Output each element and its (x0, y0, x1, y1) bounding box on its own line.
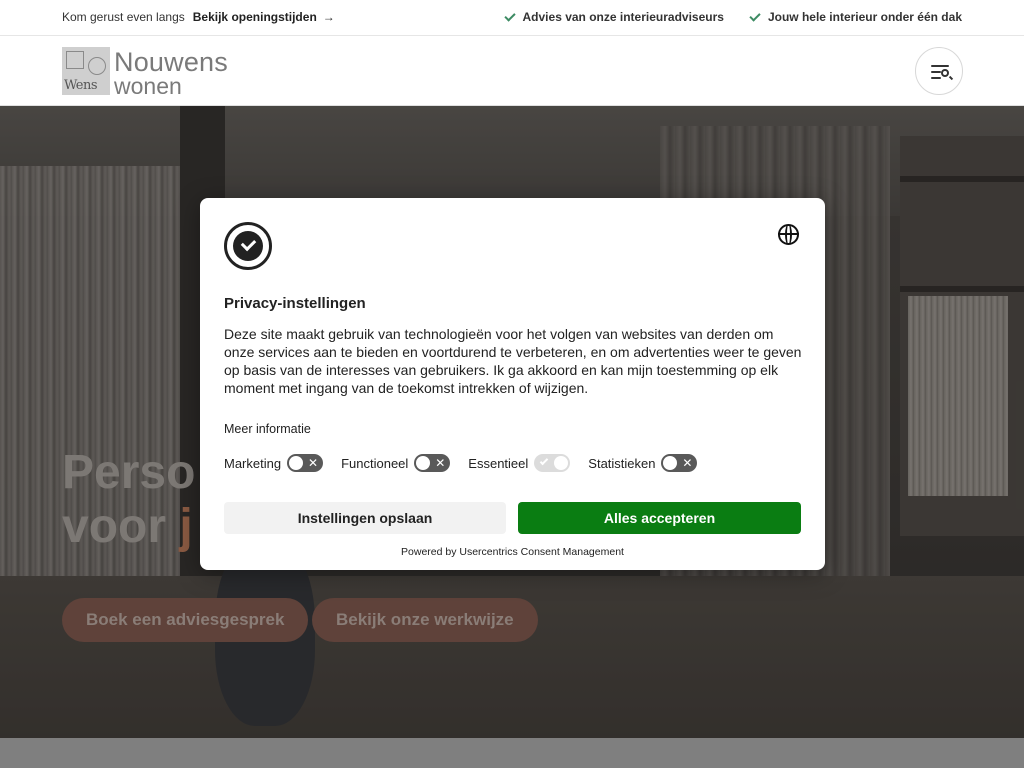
visit-intro-text: Kom gerust even langs (62, 10, 185, 24)
logo-mark-text: Wens (64, 78, 98, 93)
hero-title-line2-text: voor (62, 500, 167, 553)
essentieel-switch (534, 454, 571, 472)
opening-hours-link[interactable]: Bekijk openingstijden → (193, 10, 335, 24)
toggle-label: Marketing (224, 455, 282, 471)
check-icon (503, 9, 516, 22)
hero-title: Perso voor j (62, 446, 195, 554)
logo-subname: wonen (114, 73, 182, 99)
menu-line (931, 65, 949, 67)
switch-knob (663, 456, 678, 470)
toggle-label: Essentieel (468, 455, 529, 471)
close-icon: ✕ (682, 456, 693, 470)
hero-title-line1: Perso (62, 446, 196, 499)
consent-title: Privacy-instellingen (224, 295, 366, 312)
switch-knob (289, 456, 304, 470)
menu-search-button[interactable] (915, 47, 963, 95)
logo-square (66, 51, 84, 69)
book-consultation-button[interactable]: Boek een adviesgesprek (62, 598, 309, 642)
consent-toggles: Marketing ✕ Functioneel ✕ Essentieel Sta… (224, 454, 698, 472)
statistieken-switch[interactable]: ✕ (661, 454, 698, 472)
close-icon: ✕ (308, 456, 319, 470)
toggle-marketing: Marketing ✕ (224, 454, 324, 472)
opening-hours-label: Bekijk openingstijden (192, 10, 317, 24)
section-strip (0, 738, 1024, 768)
more-info-link[interactable]: Meer informatie (224, 422, 311, 436)
close-icon: ✕ (435, 456, 446, 470)
globe-icon[interactable] (778, 224, 799, 245)
site-header: Wens Nouwens wonen (0, 37, 1024, 106)
save-settings-button[interactable]: Instellingen opslaan (224, 502, 506, 534)
switch-knob (554, 456, 569, 470)
site-logo[interactable]: Wens Nouwens wonen (62, 47, 237, 99)
toggle-essentieel: Essentieel (468, 454, 571, 472)
top-info-bar: Kom gerust even langs Bekijk openingstij… (0, 0, 1024, 36)
badge-check (233, 231, 263, 261)
usp-label: Jouw hele interieur onder één dak (767, 10, 962, 24)
hero-title-accent: j (179, 500, 193, 553)
arrow-right-icon: → (322, 10, 335, 24)
toggle-functioneel: Functioneel ✕ (341, 454, 451, 472)
switch-knob (416, 456, 431, 470)
marketing-switch[interactable]: ✕ (287, 454, 324, 472)
accept-all-button[interactable]: Alles accepteren (518, 502, 801, 534)
check-icon (749, 9, 761, 22)
visit-info: Kom gerust even langs Bekijk openingstij… (62, 10, 335, 24)
logo-circle (88, 57, 106, 75)
consent-dialog: Privacy-instellingen Deze site maakt geb… (200, 198, 825, 570)
usp-list: Advies van onze interieuradviseurs Jouw … (503, 9, 962, 24)
menu-line (931, 71, 941, 73)
usp-item: Advies van onze interieuradviseurs (503, 9, 724, 24)
menu-line (931, 77, 941, 79)
consent-description: Deze site maakt gebruik van technologieë… (224, 326, 802, 396)
logo-mark: Wens (62, 47, 110, 95)
toggle-label: Statistieken (588, 455, 656, 471)
usp-item: Jouw hele interieur onder één dak (749, 9, 962, 24)
hero-title-line2: voor j (62, 500, 195, 554)
search-icon (941, 69, 949, 77)
toggle-statistieken: Statistieken ✕ (588, 454, 698, 472)
check-icon (540, 456, 549, 466)
usp-label: Advies van onze interieuradviseurs (522, 10, 724, 24)
functioneel-switch[interactable]: ✕ (414, 454, 451, 472)
certification-badge-icon (224, 222, 272, 270)
view-method-button[interactable]: Bekijk onze werkwijze (312, 598, 538, 642)
toggle-label: Functioneel (341, 455, 409, 471)
powered-by-link[interactable]: Powered by Usercentrics Consent Manageme… (200, 546, 825, 558)
